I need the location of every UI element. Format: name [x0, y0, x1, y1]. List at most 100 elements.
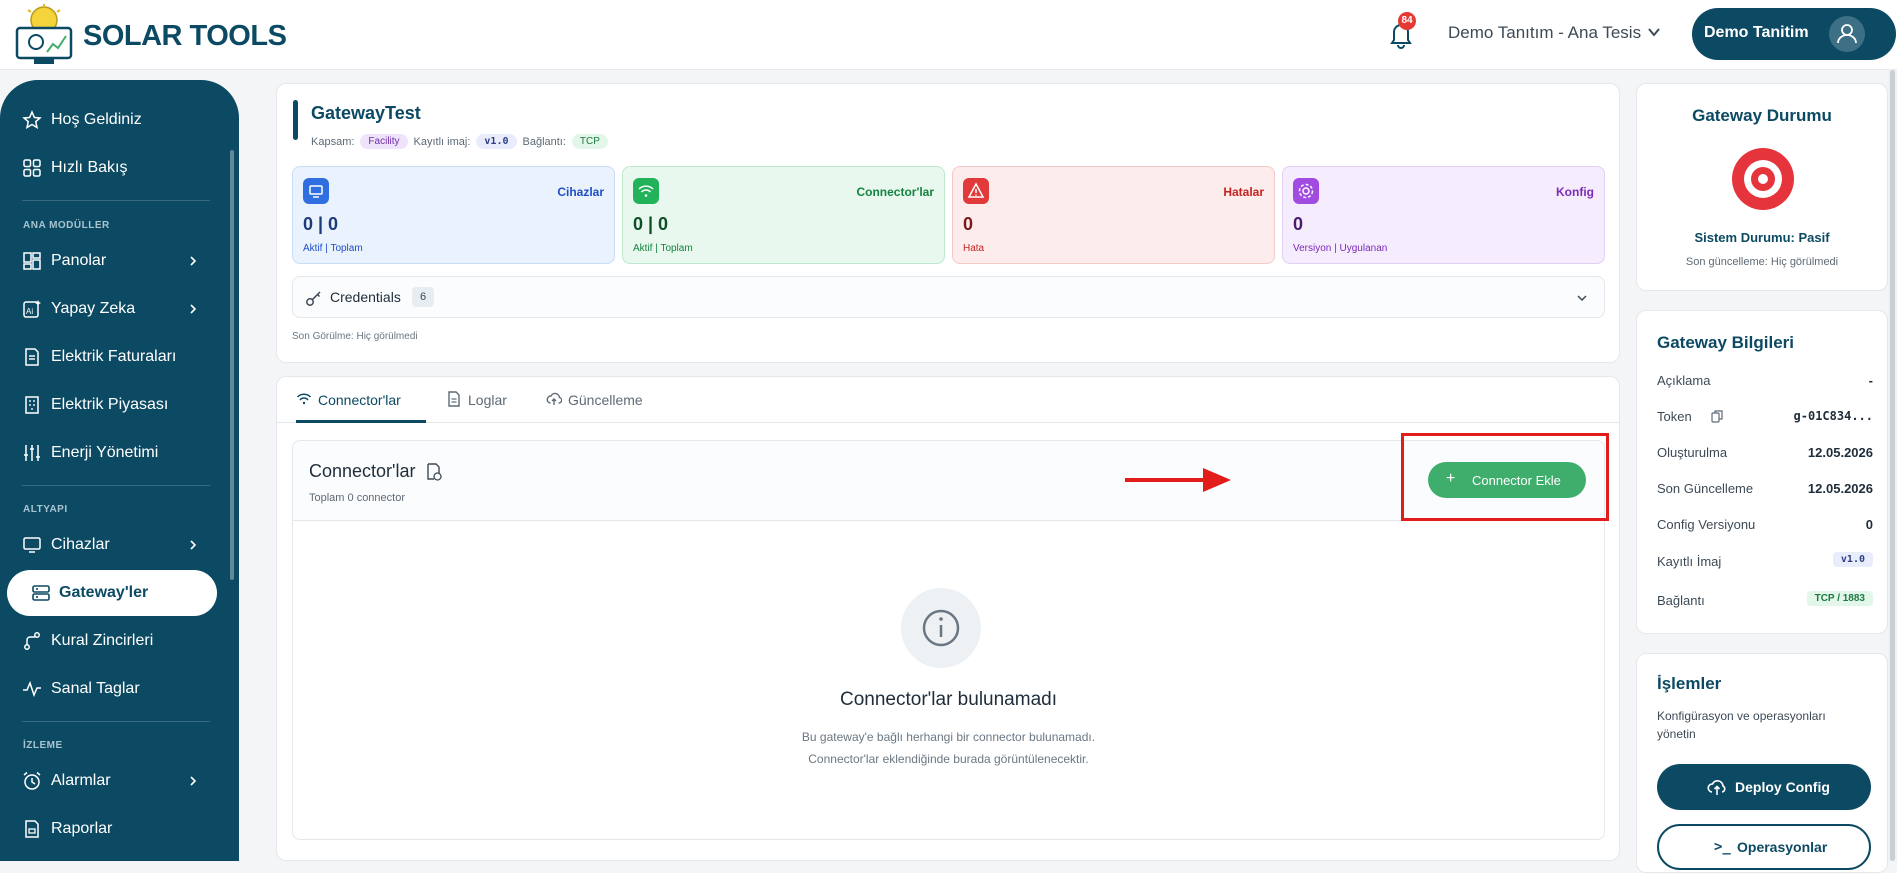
report-icon: [25, 820, 39, 838]
stat-name: Hatalar: [1223, 185, 1264, 199]
info-key: Bağlantı: [1657, 593, 1705, 608]
warning-icon: [963, 178, 989, 204]
sidebar-divider: [22, 485, 210, 486]
stat-sub: Aktif | Toplam: [633, 243, 693, 254]
connectors-tab-card: Connector'lar Loglar Güncelleme Connecto…: [276, 376, 1620, 861]
credentials-accordion[interactable]: Credentials 6: [292, 276, 1605, 318]
sidebar: Hoş Geldiniz Hızlı Bakış ANA MODÜLLER Pa…: [0, 80, 239, 861]
stat-card-config: Konfig 0 Versiyon | Uygulanan: [1282, 166, 1605, 264]
sidebar-item-electric-invoices[interactable]: Elektrik Faturaları: [7, 334, 217, 380]
tab-logs[interactable]: Loglar: [446, 377, 516, 423]
sidebar-item-welcome[interactable]: Hoş Geldiniz: [7, 97, 217, 143]
sidebar-item-energy-management[interactable]: Enerji Yönetimi: [7, 430, 217, 476]
stat-name: Connector'lar: [856, 185, 934, 199]
gateway-title: GatewayTest: [311, 103, 421, 123]
sidebar-item-alarms[interactable]: Alarmlar: [7, 758, 217, 804]
add-connector-label: Connector Ekle: [1472, 473, 1561, 488]
chain-icon: [24, 632, 40, 650]
stat-value: 0: [1293, 214, 1304, 234]
chevron-down-icon[interactable]: [1647, 25, 1661, 39]
image-badge: v1.0: [1832, 552, 1873, 567]
sidebar-item-label: Hoş Geldiniz: [51, 111, 142, 128]
info-key: Config Versiyonu: [1657, 517, 1756, 532]
user-menu-button[interactable]: Demo Tanitim: [1692, 8, 1896, 60]
image-label: Kayıtlı imaj:: [413, 135, 471, 148]
sidebar-item-label: Enerji Yönetimi: [51, 444, 159, 461]
sidebar-divider: [22, 200, 210, 201]
tab-connectors[interactable]: Connector'lar: [296, 377, 426, 423]
sidebar-section-monitor: İZLEME: [23, 740, 63, 751]
tab-update[interactable]: Güncelleme: [546, 377, 656, 423]
info-row-description: Açıklama -: [1657, 370, 1873, 392]
info-row-token: Token g-01C834...: [1657, 406, 1873, 428]
stat-sub-version: Versiyon: [1293, 243, 1332, 254]
stat-card-connectors: Connector'lar 0 | 0 Aktif | Toplam: [622, 166, 945, 264]
info-value: 0: [1865, 517, 1873, 532]
operations-label: Operasyonlar: [1737, 839, 1828, 855]
deploy-config-button[interactable]: Deploy Config: [1657, 764, 1871, 810]
sidebar-item-label: Sanal Taglar: [51, 680, 140, 697]
copy-icon[interactable]: [1711, 410, 1723, 423]
sidebar-item-gateways[interactable]: Gateway'ler: [7, 570, 217, 616]
empty-state-description: Connector'lar eklendiğinde burada görünt…: [808, 752, 1089, 766]
add-connector-button[interactable]: + Connector Ekle: [1428, 462, 1586, 498]
solar-tools-logo[interactable]: [14, 4, 74, 66]
user-name: Demo Tanitim: [1704, 24, 1809, 41]
sidebar-item-virtual-tags[interactable]: Sanal Taglar: [7, 666, 217, 712]
document-info-icon[interactable]: [426, 463, 442, 481]
operations-button[interactable]: >_ Operasyonlar: [1657, 824, 1871, 870]
status-card-title: Gateway Durumu: [1692, 106, 1832, 125]
stat-name: Konfig: [1556, 185, 1594, 199]
info-row-connection: Bağlantı TCP / 1883: [1657, 590, 1873, 612]
credentials-label: Credentials: [330, 289, 401, 305]
connectors-title: Connector'lar: [309, 461, 416, 481]
sidebar-item-label: Gateway'ler: [59, 584, 149, 601]
info-key: Kayıtlı İmaj: [1657, 554, 1722, 569]
sidebar-item-label: Yapay Zeka: [51, 300, 136, 317]
notification-count-badge: 84: [1398, 12, 1416, 30]
chevron-right-icon: [190, 256, 197, 266]
chevron-right-icon: [190, 304, 197, 314]
star-icon: [22, 110, 42, 130]
sidebar-item-ai[interactable]: Ai Yapay Zeka: [7, 286, 217, 332]
sidebar-item-reports[interactable]: Raporlar: [7, 806, 217, 852]
sidebar-item-rule-chains[interactable]: Kural Zincirleri: [7, 618, 217, 664]
cloud-upload-icon: [1707, 780, 1726, 795]
deploy-config-label: Deploy Config: [1735, 779, 1830, 795]
page-scrollbar[interactable]: [1888, 70, 1897, 861]
connectors-panel: Connector'lar Toplam 0 connector + Conne…: [292, 433, 1609, 840]
annotation-arrow: [1125, 468, 1231, 492]
gateway-meta: Kapsam: Facility Kayıtlı imaj: v1.0 Bağl…: [311, 134, 608, 149]
operations-title: İşlemler: [1657, 674, 1722, 693]
info-icon: [922, 609, 960, 647]
invoice-icon: [25, 348, 39, 366]
brand-name: SOLAR TOOLS: [83, 20, 287, 52]
target-status-icon: [1732, 148, 1794, 210]
info-value: -: [1868, 373, 1873, 388]
info-row-updated: Son Güncelleme 12.05.2026: [1657, 478, 1873, 500]
stat-sub-applied: Uygulanan: [1339, 243, 1388, 254]
facility-selector[interactable]: Demo Tanıtım - Ana Tesis: [1448, 23, 1641, 43]
connectors-subtitle: Toplam 0 connector: [309, 492, 405, 504]
info-key: Oluşturulma: [1657, 445, 1728, 460]
sidebar-item-label: Cihazlar: [51, 536, 110, 553]
sidebar-item-overview[interactable]: Hızlı Bakış: [7, 145, 217, 191]
gateway-status-card: Gateway Durumu Sistem Durumu: Pasif Son …: [1636, 83, 1888, 291]
dashboard-icon: [23, 252, 41, 270]
credentials-count-badge: 6: [412, 287, 434, 307]
connection-label: Bağlantı:: [522, 135, 566, 148]
gateway-summary-card: GatewayTest Kapsam: Facility Kayıtlı ima…: [276, 83, 1620, 363]
monitor-icon: [303, 178, 329, 204]
svg-text:Ai: Ai: [26, 307, 33, 316]
chevron-down-icon[interactable]: [1576, 292, 1588, 304]
scope-badge: Facility: [360, 134, 408, 149]
tab-label: Connector'lar: [318, 392, 401, 408]
chevron-right-icon: [190, 776, 197, 786]
sidebar-item-electric-market[interactable]: Elektrik Piyasası: [7, 382, 217, 428]
info-value: 12.05.2026: [1807, 445, 1873, 460]
sidebar-item-dashboards[interactable]: Panolar: [7, 238, 217, 284]
sidebar-item-devices[interactable]: Cihazlar: [7, 522, 217, 568]
stat-sub: Aktif | Toplam: [303, 243, 363, 254]
sidebar-scrollbar[interactable]: [230, 150, 234, 580]
terminal-icon: >_: [1714, 839, 1731, 855]
